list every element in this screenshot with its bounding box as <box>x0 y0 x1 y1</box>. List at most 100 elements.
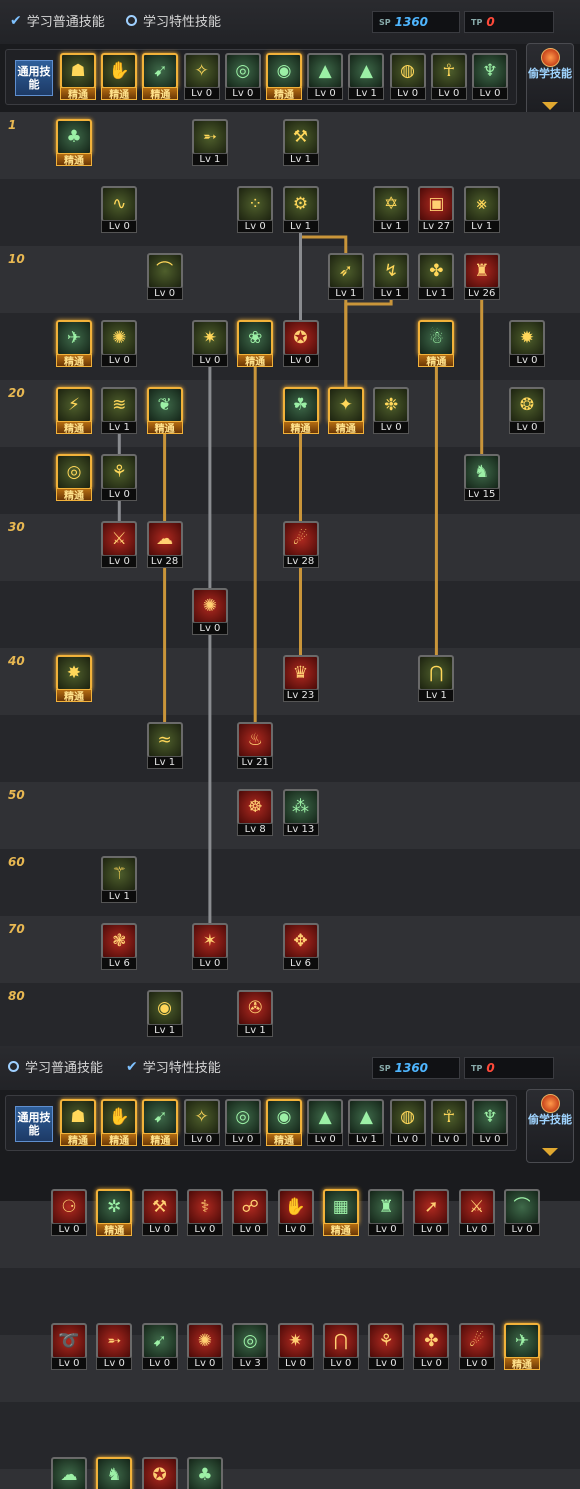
skill-slot[interactable]: ✹ Lv 0 <box>509 320 545 368</box>
skill-slot[interactable]: ✧ Lv 0 <box>183 53 220 101</box>
skill-slot[interactable]: ☸ Lv 8 <box>237 789 274 837</box>
skill-slot[interactable]: ▲ Lv 0 <box>307 1099 344 1147</box>
skill-slot[interactable]: ⌒ Lv 0 <box>504 1189 540 1237</box>
skill-slot[interactable]: ⚙ Lv 1 <box>282 186 319 234</box>
steal-skill-button[interactable]: 偷学技能 <box>526 1089 574 1163</box>
skill-slot[interactable]: ◍ Lv 0 <box>389 1099 426 1147</box>
skill-slot[interactable]: ✥ Lv 6 <box>282 923 319 971</box>
skill-slot[interactable]: ◎ 精通 <box>56 454 92 502</box>
skill-slot[interactable]: ≋ Lv 1 <box>101 387 138 435</box>
skill-slot[interactable]: ☍ Lv 0 <box>232 1189 269 1237</box>
tab-learn-normal[interactable]: 学习普通技能 <box>8 1057 103 1076</box>
skill-slot[interactable]: ✪Lv 0 <box>141 1457 178 1489</box>
tab-learn-special[interactable]: 学习特性技能 <box>126 11 221 30</box>
skill-slot[interactable]: ✺ Lv 0 <box>191 588 228 636</box>
skill-slot[interactable]: ◉ 精通 <box>266 53 302 101</box>
skill-slot[interactable]: ♣Lv 0 <box>186 1457 223 1489</box>
skill-slot[interactable]: ☃ 精通 <box>418 320 455 368</box>
skill-slot[interactable]: ≈ Lv 1 <box>146 722 183 770</box>
skill-slot[interactable]: ☗ 精通 <box>60 1099 96 1147</box>
skill-slot[interactable]: ◍ Lv 0 <box>389 53 426 101</box>
skill-slot[interactable]: ♆ Lv 0 <box>472 53 508 101</box>
skill-slot[interactable]: ✋ Lv 0 <box>277 1189 314 1237</box>
skill-slot[interactable]: ◉ Lv 1 <box>146 990 183 1038</box>
skill-slot[interactable]: ✺ Lv 0 <box>186 1323 223 1371</box>
skill-slot[interactable]: ♜ Lv 26 <box>463 253 500 301</box>
skill-slot[interactable]: ❦ 精通 <box>146 387 183 435</box>
skill-slot[interactable]: ☥ Lv 0 <box>430 1099 467 1147</box>
skill-slot[interactable]: ♞精通 <box>96 1457 133 1489</box>
skill-slot[interactable]: ❃ Lv 6 <box>101 923 138 971</box>
skill-slot[interactable]: ◎ Lv 0 <box>224 53 261 101</box>
skill-slot[interactable]: ☁Lv 0 <box>51 1457 87 1489</box>
skill-slot[interactable]: ⚕ Lv 0 <box>186 1189 223 1237</box>
skill-slot[interactable]: ♞ Lv 15 <box>463 454 500 502</box>
skill-slot[interactable]: ♆ Lv 0 <box>472 1099 508 1147</box>
skill-slot[interactable]: ↯ Lv 1 <box>373 253 410 301</box>
skill-slot[interactable]: ⚒ Lv 1 <box>282 119 319 167</box>
skill-slot[interactable]: ⚘ Lv 0 <box>368 1323 405 1371</box>
skill-slot[interactable]: ✷ Lv 0 <box>277 1323 314 1371</box>
skill-slot[interactable]: ✧ Lv 0 <box>183 1099 220 1147</box>
skill-slot[interactable]: ◎ Lv 0 <box>224 1099 261 1147</box>
skill-slot[interactable]: ✤ Lv 1 <box>418 253 455 301</box>
skill-slot[interactable]: ∿ Lv 0 <box>101 186 138 234</box>
skill-slot[interactable]: ✋ 精通 <box>101 1099 138 1147</box>
skill-slot[interactable]: ✺ Lv 0 <box>101 320 138 368</box>
skill-slot[interactable]: ♜ Lv 0 <box>368 1189 405 1237</box>
skill-slot[interactable]: ⚚ Lv 1 <box>101 856 138 904</box>
skill-slot[interactable]: ✤ Lv 0 <box>413 1323 450 1371</box>
skill-slot[interactable]: ▣ Lv 27 <box>418 186 455 234</box>
steal-skill-button[interactable]: 偷学技能 <box>526 43 574 117</box>
skill-slot[interactable]: ▲ Lv 0 <box>307 53 344 101</box>
skill-slot[interactable]: ✇ Lv 1 <box>237 990 274 1038</box>
skill-slot[interactable]: ⋂ Lv 1 <box>418 655 455 703</box>
skill-slot[interactable]: ⚔ Lv 0 <box>101 521 138 569</box>
skill-slot[interactable]: ▲ Lv 1 <box>348 53 385 101</box>
tab-learn-normal[interactable]: ✔ 学习普通技能 <box>10 11 105 31</box>
skill-slot[interactable]: ⚘ Lv 0 <box>101 454 138 502</box>
skill-slot[interactable]: ➵ Lv 0 <box>96 1323 133 1371</box>
skill-slot[interactable]: ❉ Lv 0 <box>373 387 410 435</box>
skill-slot[interactable]: ☁ Lv 28 <box>146 521 183 569</box>
skill-slot[interactable]: ◎ Lv 3 <box>232 1323 269 1371</box>
skill-slot[interactable]: ➰ Lv 0 <box>51 1323 87 1371</box>
skill-slot[interactable]: ☗ 精通 <box>60 53 96 101</box>
skill-slot[interactable]: ✸ 精通 <box>56 655 92 703</box>
skill-slot[interactable]: ✲ 精通 <box>96 1189 133 1237</box>
skill-slot[interactable]: ⚔ Lv 0 <box>458 1189 495 1237</box>
skill-slot[interactable]: ☘ 精通 <box>282 387 319 435</box>
skill-slot[interactable]: ➹ 精通 <box>142 53 179 101</box>
skill-slot[interactable]: ➶ Lv 1 <box>327 253 364 301</box>
skill-slot[interactable]: ✡ Lv 1 <box>373 186 410 234</box>
skill-slot[interactable]: ✷ Lv 0 <box>191 320 228 368</box>
skill-slot[interactable]: ☄ Lv 28 <box>282 521 319 569</box>
skill-slot[interactable]: ☄ Lv 0 <box>458 1323 495 1371</box>
skill-slot[interactable]: ➚ Lv 0 <box>413 1189 450 1237</box>
skill-slot[interactable]: ◉ 精通 <box>266 1099 302 1147</box>
skill-slot[interactable]: ♨ Lv 21 <box>237 722 274 770</box>
skill-slot[interactable]: ✶ Lv 0 <box>191 923 228 971</box>
skill-slot[interactable]: ❂ Lv 0 <box>509 387 545 435</box>
skill-slot[interactable]: ⁂ Lv 13 <box>282 789 319 837</box>
skill-slot[interactable]: ➹ Lv 0 <box>141 1323 178 1371</box>
skill-slot[interactable]: ✋ 精通 <box>101 53 138 101</box>
skill-slot[interactable]: ✦ 精通 <box>327 387 364 435</box>
skill-slot[interactable]: ⌒ Lv 0 <box>146 253 183 301</box>
skill-slot[interactable]: ☥ Lv 0 <box>430 53 467 101</box>
skill-slot[interactable]: ⨳ Lv 1 <box>463 186 500 234</box>
skill-slot[interactable]: ▲ Lv 1 <box>348 1099 385 1147</box>
skill-slot[interactable]: ➵ Lv 1 <box>191 119 228 167</box>
skill-slot[interactable]: ⋂ Lv 0 <box>322 1323 359 1371</box>
skill-slot[interactable]: ⚡ 精通 <box>56 387 92 435</box>
skill-slot[interactable]: ♣ 精通 <box>56 119 92 167</box>
skill-slot[interactable]: ✈ 精通 <box>504 1323 540 1371</box>
skill-slot[interactable]: ▦ 精通 <box>322 1189 359 1237</box>
skill-slot[interactable]: ❀ 精通 <box>237 320 274 368</box>
skill-slot[interactable]: ⚒ Lv 0 <box>141 1189 178 1237</box>
skill-slot[interactable]: ⁘ Lv 0 <box>237 186 274 234</box>
skill-slot[interactable]: ✈ 精通 <box>56 320 92 368</box>
skill-slot[interactable]: ✪Lv 0 <box>282 320 319 368</box>
skill-slot[interactable]: ⚆ Lv 0 <box>51 1189 87 1237</box>
skill-slot[interactable]: ➹ 精通 <box>142 1099 179 1147</box>
